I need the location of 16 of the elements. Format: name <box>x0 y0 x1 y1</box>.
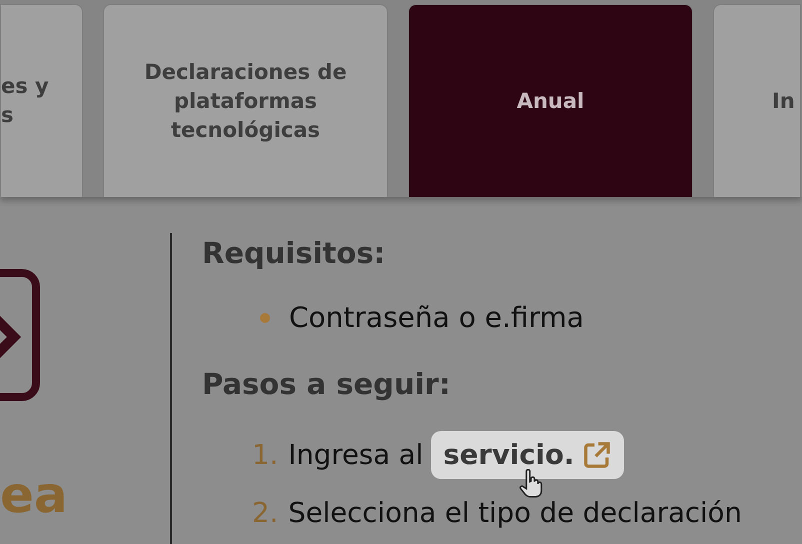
hand-cursor-icon <box>519 469 544 499</box>
tab[interactable]: Anual <box>408 4 693 197</box>
step-number: 1. <box>252 439 278 471</box>
list-item: Contraseña o e.firma <box>289 301 584 334</box>
section-title: ea <box>0 467 68 523</box>
tab[interactable]: In <box>713 4 801 197</box>
document-icon <box>0 269 40 401</box>
step-number: 2. <box>252 497 278 529</box>
step-text: Selecciona el tipo de declaración <box>288 497 742 529</box>
external-link-icon <box>582 440 612 470</box>
tab[interactable]: Declaraciones de plataformas tecnológicas <box>103 4 388 197</box>
section-heading: Requisitos: <box>202 235 386 272</box>
bullet-icon <box>260 312 270 322</box>
section-heading: Pasos a seguir: <box>202 366 452 403</box>
tab[interactable]: es y s <box>0 4 83 197</box>
step-text: Ingresa al <box>288 439 424 471</box>
